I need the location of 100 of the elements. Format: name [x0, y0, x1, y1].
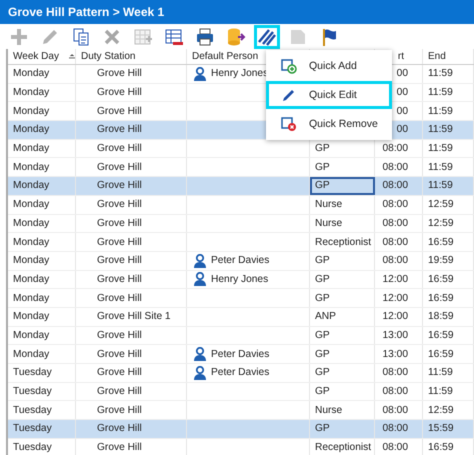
- grid-add-icon: [133, 26, 153, 46]
- table-cell: Grove Hill: [97, 386, 142, 398]
- column-header[interactable]: Duty Station: [76, 49, 187, 64]
- table-cell: Monday: [13, 311, 50, 322]
- table-cell: Monday: [13, 330, 50, 341]
- table-row[interactable]: Tuesday Grove Hill GP 08:00 11:59: [8, 382, 474, 402]
- table-cell: 08:00: [382, 386, 408, 398]
- table-cell: 00: [396, 124, 408, 136]
- table-cell: 13:00: [382, 348, 408, 360]
- table-cell: Monday: [13, 162, 50, 173]
- database-export-icon: [226, 26, 246, 46]
- table-cell: Monday: [13, 87, 50, 98]
- table-cell: 08:00: [382, 367, 408, 378]
- table-cell: Grove Hill: [97, 255, 142, 266]
- table-cell: Grove Hill: [97, 143, 142, 154]
- table-cell: Grove Hill: [97, 180, 142, 192]
- table-cell: Grove Hill: [97, 423, 142, 434]
- table-cell: 18:59: [428, 311, 454, 322]
- table-row[interactable]: Monday Grove Hill Nurse 08:00 12:59: [8, 196, 474, 214]
- column-header[interactable]: End: [423, 49, 474, 64]
- table-cell: Tuesday: [13, 442, 52, 454]
- table-cell: GP: [315, 143, 330, 154]
- table-cell: Tuesday: [13, 367, 52, 378]
- table-cell: 16:59: [428, 348, 454, 360]
- table-cell: Monday: [13, 274, 50, 285]
- grid-remove-icon: [164, 26, 184, 46]
- table-cell: Monday: [13, 236, 50, 248]
- table-row[interactable]: Monday Grove Hill Peter Davies GP 08:00 19:59: [8, 252, 474, 271]
- table-row[interactable]: Monday Grove Hill Site 1 ANP 12:00 18:59: [8, 308, 474, 327]
- table-cell: 11:59: [428, 386, 453, 398]
- table-row[interactable]: Monday Grove Hill GP 13:00 16:59: [8, 326, 474, 346]
- pencil-icon: [281, 87, 297, 103]
- table-cell: Monday: [13, 106, 50, 117]
- table-cell: Peter Davies: [211, 348, 270, 360]
- table-cell: 16:59: [428, 442, 454, 454]
- table-cell: Grove Hill: [97, 218, 142, 229]
- table-cell: 19:59: [428, 255, 454, 266]
- table-cell: 00: [396, 68, 408, 80]
- table-cell: 16:59: [428, 330, 454, 341]
- table-cell: 15:59: [428, 423, 454, 434]
- window-title: Grove Hill Pattern > Week 1: [0, 0, 474, 24]
- table-cell: GP: [315, 386, 330, 398]
- table-cell: Grove Hill: [97, 199, 142, 210]
- table-cell: Nurse: [315, 218, 342, 229]
- table-cell: Grove Hill: [97, 162, 142, 173]
- table-cell: Grove Hill: [97, 330, 142, 341]
- table-cell: Grove Hill: [97, 274, 142, 285]
- copy-icon: [71, 26, 91, 46]
- table-cell: GP: [315, 162, 330, 173]
- person-icon: [193, 347, 207, 362]
- table-cell: Monday: [13, 199, 50, 210]
- menu-item[interactable]: Quick Edit: [266, 81, 392, 109]
- table-cell: Receptionist: [315, 442, 372, 454]
- person-icon: [193, 254, 207, 268]
- table-cell: Monday: [13, 143, 50, 154]
- pencils-button[interactable]: [254, 24, 280, 48]
- table-cell: Monday: [13, 348, 50, 360]
- table-cell: 16:59: [428, 292, 454, 304]
- table-row[interactable]: Monday Grove Hill Henry Jones GP 12:00 16:59: [8, 270, 474, 290]
- table-cell: 08:00: [382, 236, 408, 248]
- table-row[interactable]: Tuesday Grove Hill GP 08:00 15:59: [8, 420, 474, 439]
- pencils-icon: [257, 26, 277, 46]
- table-cell: 00: [396, 87, 408, 98]
- table-cell: 08:00: [382, 180, 408, 192]
- table-cell: Grove Hill: [97, 236, 142, 248]
- table-cell: 11:59: [428, 162, 453, 173]
- table-cell: Monday: [13, 292, 50, 304]
- table-row[interactable]: Monday Grove Hill Nurse 08:00 12:59: [8, 214, 474, 234]
- person-icon: [193, 66, 207, 81]
- table-cell: Monday: [13, 68, 50, 80]
- table-cell: GP: [315, 423, 330, 434]
- table-cell: 12:59: [428, 218, 454, 229]
- table-row[interactable]: Tuesday Grove Hill Peter Davies GP 08:00 11:59: [8, 364, 474, 383]
- table-row[interactable]: Monday Grove Hill Receptionist 08:00 16:59: [8, 233, 474, 252]
- table-cell: 08:00: [382, 199, 408, 210]
- table-row[interactable]: Monday Grove Hill GP 12:00 16:59: [8, 289, 474, 308]
- table-cell: Peter Davies: [211, 255, 270, 266]
- table-cell: Tuesday: [13, 404, 52, 416]
- plus-icon: [9, 26, 29, 46]
- table-cell: 11:59: [428, 68, 453, 80]
- table-cell: 12:00: [382, 274, 408, 285]
- table-cell: GP: [315, 274, 330, 285]
- table-cell: 11:59: [428, 367, 453, 378]
- sort-icon: [68, 53, 75, 60]
- table-row[interactable]: Monday Grove Hill Peter Davies GP 13:00 16:59: [8, 345, 474, 364]
- table-cell: Grove Hill Site 1: [97, 311, 171, 322]
- table-cell: 08:00: [382, 255, 408, 266]
- column-header[interactable]: Week Day: [8, 49, 76, 64]
- table-cell: 11:59: [428, 87, 453, 98]
- table-row[interactable]: Tuesday Grove Hill Receptionist 08:00 16:59: [8, 438, 474, 455]
- table-cell: 16:59: [428, 236, 454, 248]
- table-cell: 08:00: [382, 162, 408, 173]
- table-cell: 08:00: [382, 218, 408, 229]
- table-cell: Grove Hill: [97, 106, 142, 117]
- table-cell: Monday: [13, 218, 50, 229]
- table-cell: 11:59: [428, 143, 453, 154]
- table-row[interactable]: Monday Grove Hill GP 08:00 11:59: [8, 177, 474, 196]
- person-icon: [193, 366, 207, 380]
- table-cell: Grove Hill: [97, 442, 142, 454]
- table-cell: Monday: [13, 180, 50, 192]
